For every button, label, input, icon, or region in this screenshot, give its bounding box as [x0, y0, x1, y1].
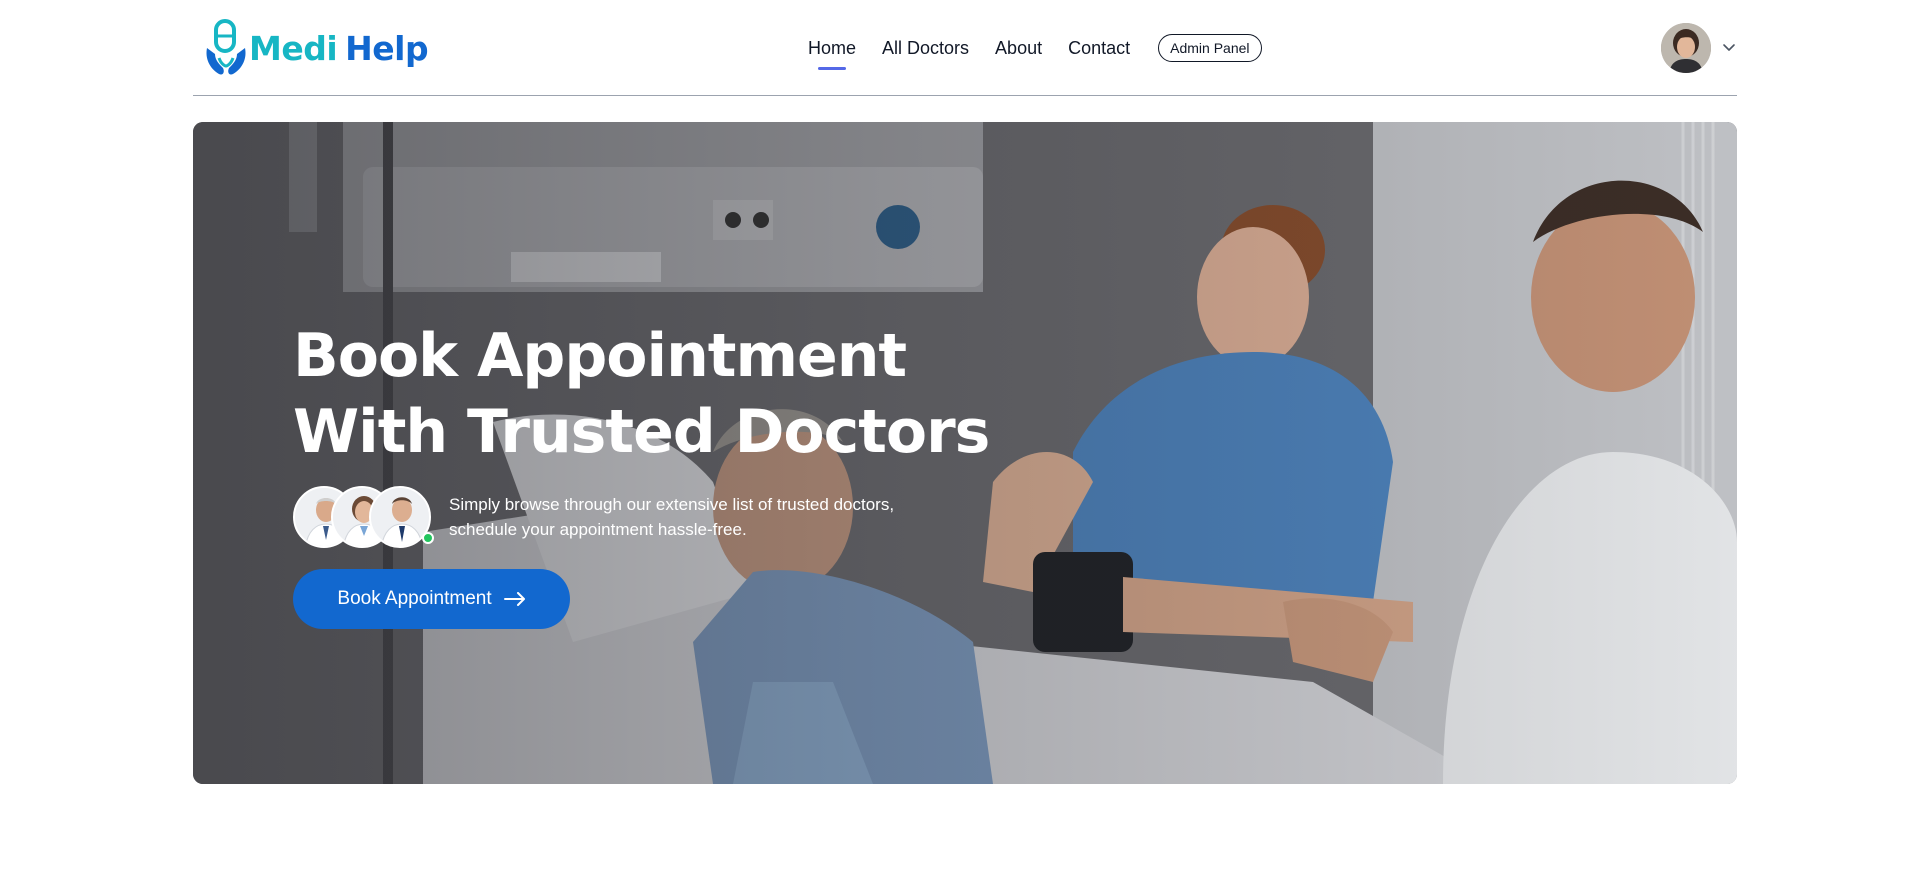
hero-description-line1: Simply browse through our extensive list…: [449, 495, 895, 514]
hero-title: Book Appointment With Trusted Doctors: [293, 318, 993, 470]
admin-panel-button[interactable]: Admin Panel: [1158, 34, 1262, 62]
logo[interactable]: Medi Help: [203, 18, 429, 78]
main-nav: Home All Doctors About Contact Admin Pan…: [808, 34, 1262, 70]
book-appointment-label: Book Appointment: [337, 588, 492, 609]
site-header: Medi Help Home All Doctors About Contact …: [193, 0, 1737, 96]
logo-icon: [206, 19, 246, 75]
nav-about[interactable]: About: [995, 35, 1042, 61]
hero-title-line1: Book Appointment: [293, 321, 907, 391]
doctor-avatar-group: [293, 486, 434, 550]
nav-all-doctors[interactable]: All Doctors: [882, 35, 969, 61]
profile-menu[interactable]: [1661, 23, 1737, 73]
arrow-right-icon: [503, 592, 525, 606]
brand-name: Medi Help: [249, 28, 429, 68]
nav-contact[interactable]: Contact: [1068, 35, 1130, 61]
hero-title-line2: With Trusted Doctors: [293, 397, 990, 467]
book-appointment-button[interactable]: Book Appointment: [293, 569, 570, 629]
user-avatar-image: [1661, 23, 1711, 73]
hero-description: Simply browse through our extensive list…: [449, 492, 949, 542]
user-avatar[interactable]: [1661, 23, 1711, 73]
nav-home[interactable]: Home: [808, 35, 856, 70]
brand-name-part1: Medi: [249, 28, 338, 68]
online-status-dot: [422, 532, 434, 544]
chevron-down-icon[interactable]: [1721, 40, 1737, 56]
hero-description-line2: schedule your appointment hassle-free.: [449, 520, 747, 539]
hero-banner: Book Appointment With Trusted Doctors Si…: [193, 122, 1737, 784]
brand-name-part2: Help: [345, 28, 429, 68]
